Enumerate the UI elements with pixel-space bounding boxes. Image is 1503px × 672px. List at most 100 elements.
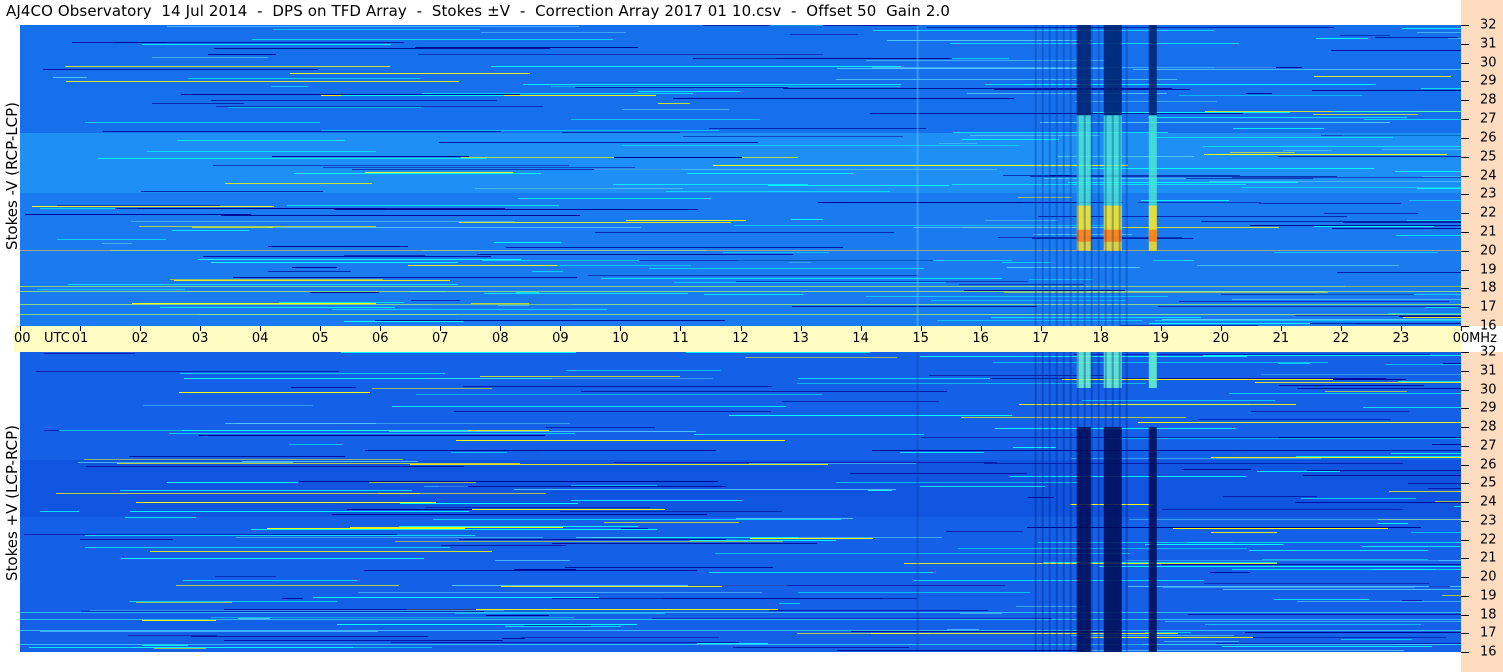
spectrogram-streak	[1312, 90, 1461, 91]
time-tick-label: 18	[1092, 331, 1110, 346]
spectrogram-streak	[208, 54, 276, 55]
spectrogram-streak	[690, 540, 836, 541]
spectrogram-streak	[1165, 621, 1461, 622]
spectrogram-streak	[967, 93, 1167, 94]
frequency-tick-mark	[1461, 81, 1469, 83]
spectrogram-streak	[36, 371, 339, 372]
time-tick-label: UTC	[44, 331, 70, 346]
frequency-tick-mark	[1461, 370, 1469, 372]
spectrogram-streak	[203, 256, 491, 257]
spectrogram-row	[20, 595, 1461, 598]
spectrogram-row	[20, 358, 1461, 361]
spectrogram-streak	[85, 547, 450, 548]
spectrogram-streak	[1310, 323, 1461, 324]
spectrogram-streak	[866, 296, 1168, 297]
spectrogram-streak	[44, 353, 135, 354]
spectrogram-streak	[251, 529, 657, 530]
spectrogram-streak	[167, 482, 298, 483]
spectrogram-streak	[666, 191, 890, 192]
spectrogram-streak	[131, 221, 515, 222]
spectrogram-streak	[454, 411, 771, 412]
interference-band	[20, 250, 1461, 251]
spectrogram-streak	[686, 352, 870, 353]
spectrogram-streak	[365, 450, 716, 451]
spectrogram-streak	[782, 401, 939, 402]
spectrogram-streak	[375, 320, 725, 321]
spectrogram-streak	[1010, 476, 1246, 477]
spectrogram-streak	[962, 139, 1059, 140]
spectrogram-streak	[268, 271, 351, 272]
spectrogram-streak	[225, 183, 372, 184]
spectrogram-streak	[147, 151, 376, 152]
spectrogram-streak	[90, 610, 504, 611]
spectrogram-row	[20, 217, 1461, 220]
spectrogram-streak	[604, 522, 739, 523]
spectrogram-streak	[736, 518, 853, 519]
spectrogram-row	[20, 427, 1461, 430]
spectrogram-streak	[704, 294, 803, 295]
spectrogram-streak	[1382, 149, 1461, 150]
time-tick-mark	[200, 326, 202, 331]
spectrogram-streak	[154, 648, 206, 649]
spectrogram-streak	[136, 502, 436, 503]
spectrogram-row	[20, 310, 1461, 313]
time-tick-label: 23	[1392, 331, 1410, 346]
spectrogram-streak	[1107, 438, 1461, 439]
frequency-tick-label: 27	[1480, 111, 1497, 127]
spectrogram-row	[20, 238, 1461, 241]
spectrogram-streak	[344, 255, 425, 256]
time-tick-label: 16	[972, 331, 989, 346]
time-tick-label: 03	[191, 331, 209, 346]
spectrogram-streak	[1303, 475, 1461, 476]
spectrogram-streak	[65, 66, 390, 67]
time-tick-mark	[1040, 326, 1042, 331]
frequency-tick-label: 19	[1480, 588, 1497, 604]
spectrogram-streak	[152, 103, 244, 104]
spectrogram-streak	[770, 25, 823, 26]
storm-column	[1148, 25, 1157, 116]
time-tick-label: 05	[311, 331, 329, 346]
spectrogram-streak	[57, 205, 220, 206]
spectrogram-streak	[1029, 279, 1093, 280]
spectrogram-streak	[571, 500, 742, 501]
frequency-tick-label: 25	[1480, 475, 1497, 491]
spectrogram-streak	[81, 611, 484, 612]
spectrogram-panel-stokes-plus-v	[20, 352, 1461, 652]
storm-edge	[1076, 25, 1079, 326]
storm-edge	[1048, 25, 1051, 326]
spectrogram-streak	[1274, 252, 1438, 253]
frequency-tick-mark	[1461, 558, 1469, 560]
spectrogram-streak	[323, 167, 635, 168]
spectrogram-streak	[494, 242, 561, 243]
spectrogram-streak	[1362, 546, 1460, 547]
time-tick-mark	[440, 326, 442, 331]
spectrogram-streak	[1158, 306, 1461, 307]
spectrogram-streak	[900, 452, 984, 453]
spectrogram-streak	[532, 271, 563, 272]
spectrogram-row	[20, 235, 1461, 238]
spectrogram-streak	[501, 586, 722, 587]
spectrogram-streak	[334, 209, 698, 210]
frequency-tick-mark	[1461, 43, 1469, 45]
spectrogram-streak	[1259, 203, 1401, 204]
spectrogram-streak	[1443, 363, 1461, 364]
spectrogram-streak	[1442, 595, 1461, 596]
spectrogram-streak	[350, 527, 563, 528]
spectrogram-streak	[595, 209, 623, 210]
spectrogram-streak	[213, 165, 569, 166]
spectrogram-streak	[1161, 564, 1461, 565]
spectrogram-row	[20, 28, 1461, 31]
spectrogram-row	[20, 244, 1461, 247]
spectrogram-streak	[715, 553, 1130, 554]
spectrogram-streak	[198, 259, 521, 260]
time-tick-mark	[1160, 326, 1162, 331]
spectrogram-streak	[32, 206, 274, 207]
frequency-tick-label: 29	[1480, 400, 1497, 416]
spectrogram-streak	[272, 156, 469, 157]
spectrogram-row	[20, 160, 1461, 163]
spectrogram-streak	[192, 227, 273, 228]
spectrogram-streak	[566, 370, 721, 371]
spectrogram-streak	[1173, 528, 1388, 529]
frequency-tick-mark	[1461, 25, 1469, 26]
spectrogram-streak	[1016, 606, 1086, 607]
